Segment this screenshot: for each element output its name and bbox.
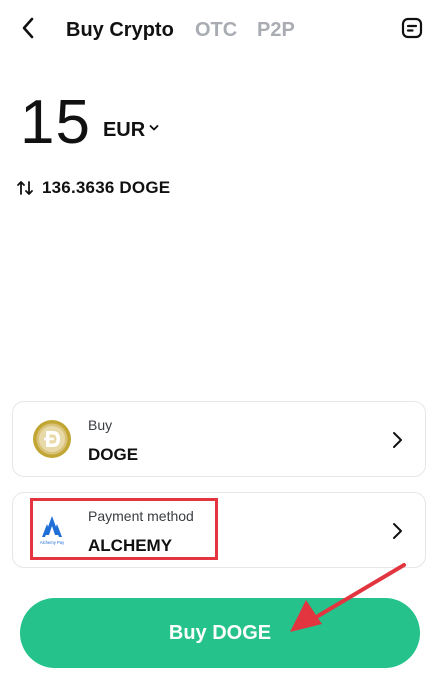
payment-method-selector[interactable]: Alchemy Pay Payment method ALCHEMY — [12, 492, 426, 568]
buy-label: Buy — [88, 417, 113, 433]
payment-method-value: ALCHEMY — [88, 536, 173, 555]
chevron-down-icon — [149, 124, 159, 130]
chevron-left-icon — [22, 17, 34, 39]
buy-asset-selector[interactable]: Buy DOGE — [12, 401, 426, 477]
back-button[interactable] — [14, 14, 42, 42]
conversion-row: 136.3636 DOGE — [16, 176, 170, 200]
buy-doge-button[interactable]: Buy DOGE — [20, 598, 420, 668]
tab-otc[interactable]: OTC — [195, 18, 237, 42]
orders-button[interactable] — [398, 14, 426, 42]
swap-vertical-icon[interactable] — [16, 179, 34, 197]
chevron-right-icon — [393, 523, 402, 539]
payment-method-label: Payment method — [88, 508, 194, 524]
alchemy-pay-logo: Alchemy Pay — [33, 511, 71, 549]
tab-buy-crypto[interactable]: Buy Crypto — [66, 18, 174, 42]
amount-value[interactable]: 15 — [20, 88, 91, 158]
amount-display: 15 EUR — [20, 88, 159, 158]
logo-caption: Alchemy Pay — [40, 540, 65, 545]
currency-selector[interactable]: EUR — [103, 119, 159, 142]
dogecoin-icon — [33, 420, 71, 458]
tab-p2p[interactable]: P2P — [257, 18, 295, 42]
converted-amount: 136.3636 DOGE — [42, 178, 171, 197]
buy-asset-value: DOGE — [88, 445, 139, 464]
document-icon — [401, 17, 423, 39]
currency-code: EUR — [102, 119, 146, 141]
chevron-right-icon — [393, 432, 402, 448]
top-nav: Buy Crypto OTC P2P — [0, 0, 438, 58]
